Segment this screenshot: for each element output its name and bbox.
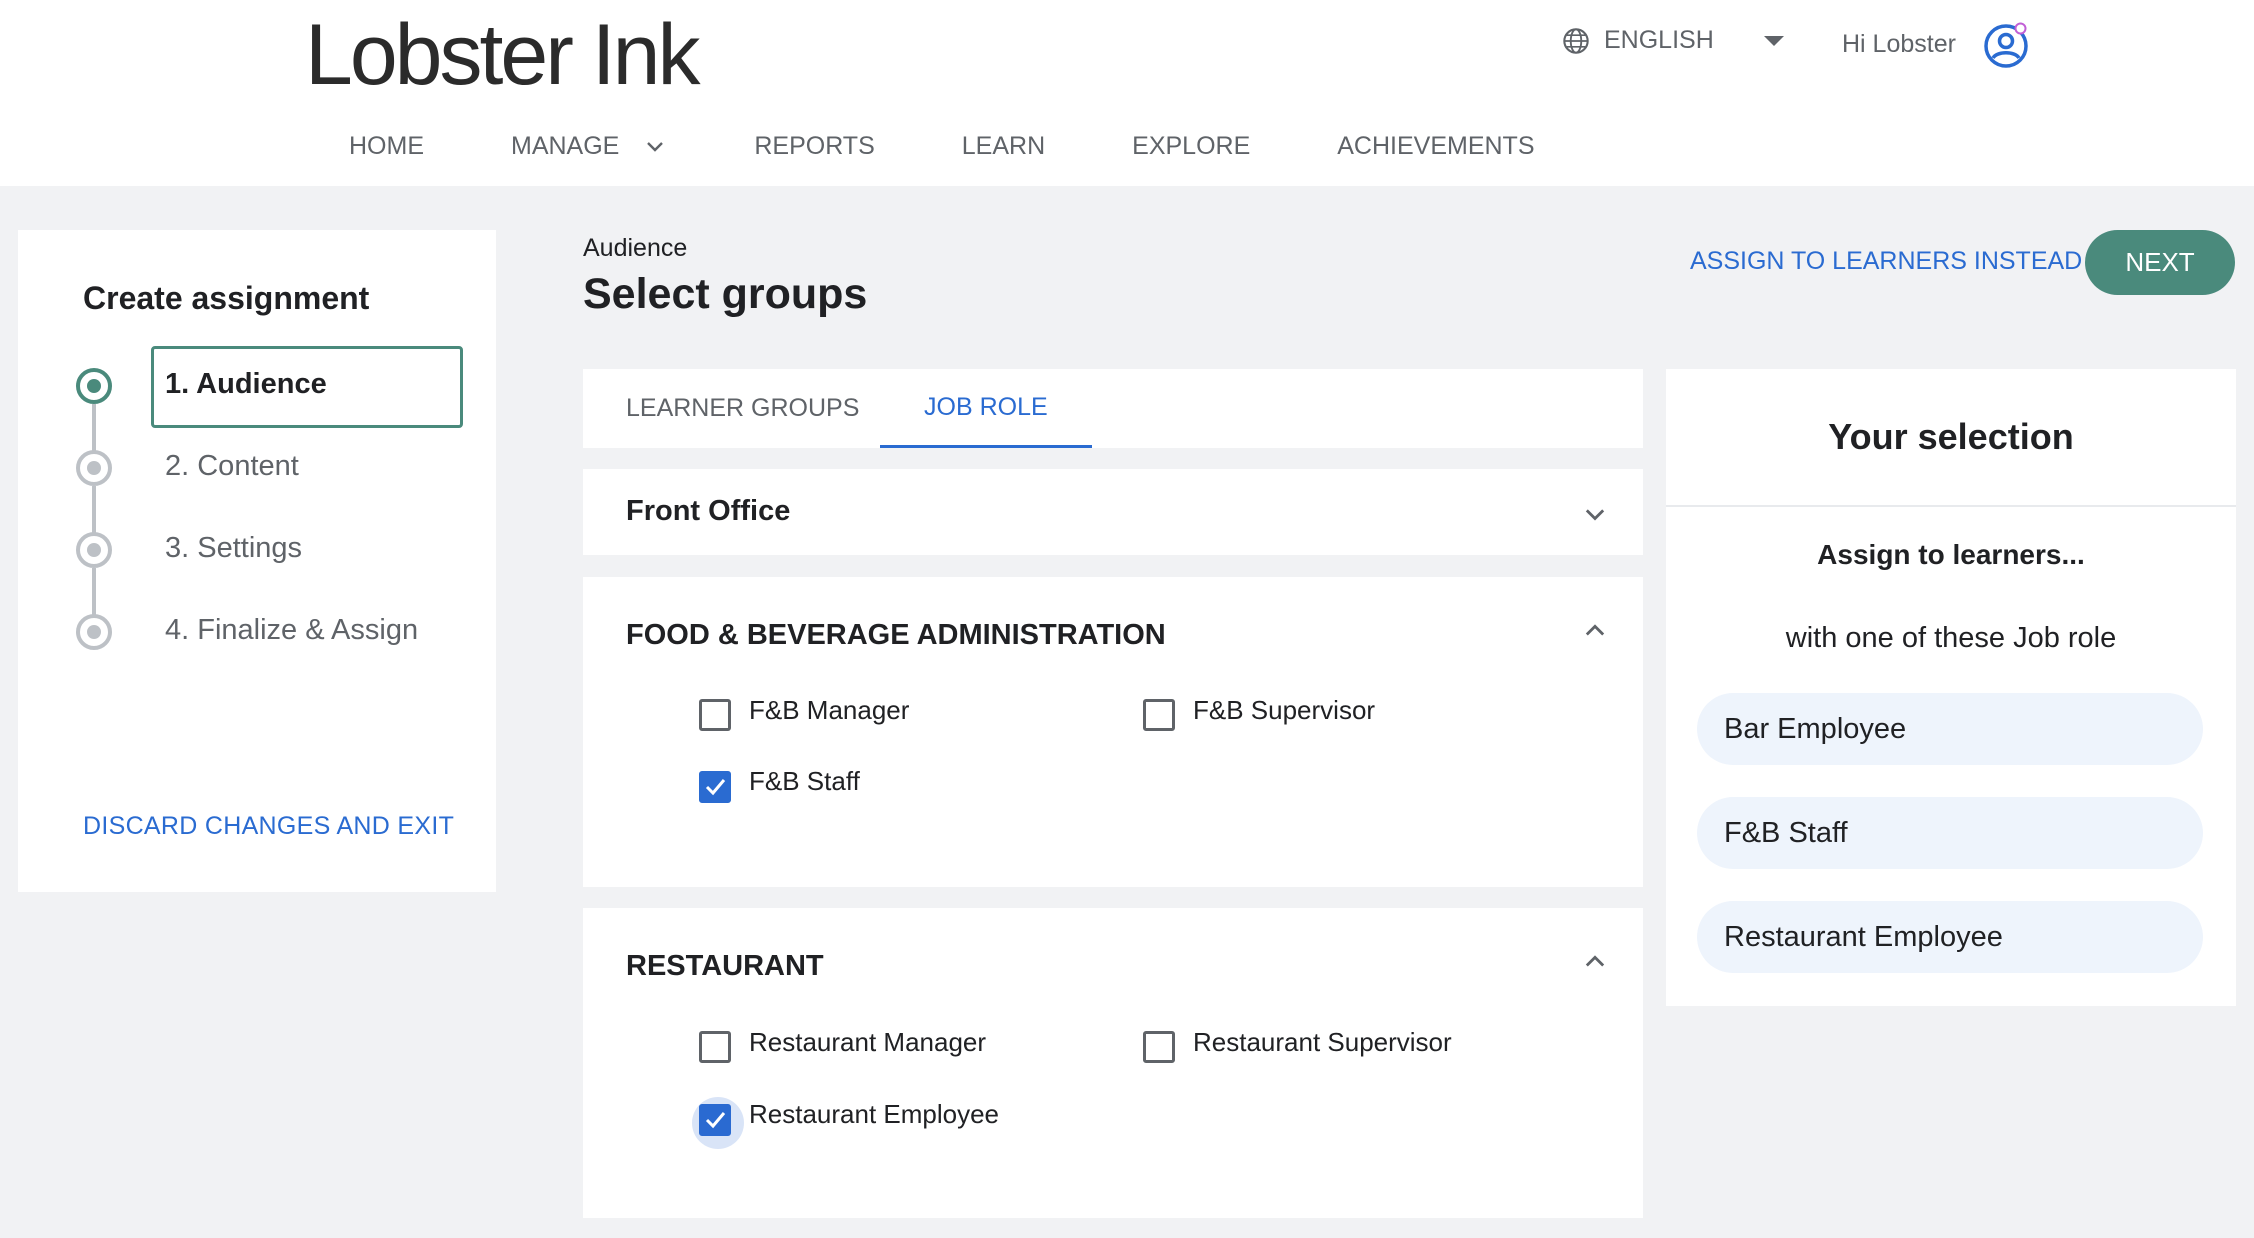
nav-explore[interactable]: EXPLORE	[1132, 132, 1250, 161]
checkbox-checked[interactable]	[699, 771, 731, 803]
caret-down-icon	[1763, 35, 1784, 46]
selection-subtitle: Assign to learners...	[1817, 539, 2085, 570]
nav-home[interactable]: HOME	[349, 132, 424, 161]
job-role-option[interactable]: Restaurant Supervisor	[1143, 1027, 1452, 1063]
option-label: F&B Supervisor	[1193, 694, 1376, 725]
job-role-option[interactable]: Restaurant Manager	[699, 1027, 986, 1063]
next-button[interactable]: NEXT	[2085, 230, 2235, 295]
step-indicator-icon	[76, 532, 112, 568]
nav-manage[interactable]: MANAGE	[511, 132, 667, 161]
option-label: Restaurant Supervisor	[1193, 1026, 1452, 1057]
accordion-title: Front Office	[626, 495, 791, 527]
chevron-down-icon	[647, 141, 664, 152]
check-icon	[705, 779, 726, 796]
wizard-step-settings[interactable]: 3. Settings	[76, 509, 476, 589]
option-label: Restaurant Manager	[749, 1026, 987, 1057]
selected-job-role-chip: Bar Employee	[1697, 693, 2203, 765]
check-icon	[705, 1112, 726, 1129]
wizard-step-label: 4. Finalize & Assign	[165, 614, 419, 646]
accordion-food-beverage: FOOD & BEVERAGE ADMINISTRATION F&B Manag…	[583, 577, 1643, 887]
user-greeting: Hi Lobster	[1842, 29, 1956, 58]
nav-learn[interactable]: LEARN	[962, 132, 1045, 161]
accordion-front-office[interactable]: Front Office	[583, 469, 1643, 555]
user-avatar-icon[interactable]	[1982, 20, 2030, 68]
user-menu[interactable]: Hi Lobster	[1842, 20, 2030, 68]
wizard-step-audience[interactable]: 1. Audience	[76, 345, 476, 428]
app-header: Lobster Ink ENGLISH Hi Lobster HOME MANA…	[0, 0, 2254, 186]
checkbox[interactable]	[1143, 699, 1175, 731]
main-nav: HOME MANAGE REPORTS LEARN EXPLORE ACHIEV…	[349, 132, 1622, 161]
language-selector[interactable]: ENGLISH	[1562, 26, 1784, 55]
selection-title: Your selection	[1666, 369, 2236, 507]
checkbox[interactable]	[699, 1031, 731, 1063]
nav-reports-label: REPORTS	[754, 132, 875, 160]
audience-tabs: LEARNER GROUPS JOB ROLE	[583, 369, 1643, 448]
option-label: F&B Staff	[749, 765, 860, 796]
accordion-restaurant: RESTAURANT Restaurant Manager Restaurant…	[583, 908, 1643, 1218]
nav-reports[interactable]: REPORTS	[754, 132, 874, 161]
wizard-step-label: 3. Settings	[165, 532, 303, 564]
step-indicator-icon	[76, 450, 112, 486]
brand-logo[interactable]: Lobster Ink	[305, 6, 700, 105]
wizard-step-label: 2. Content	[165, 450, 299, 482]
checkbox[interactable]	[1143, 1031, 1175, 1063]
discard-changes-link[interactable]: DISCARD CHANGES AND EXIT	[83, 812, 454, 841]
wizard-step-label: 1. Audience	[165, 368, 327, 400]
wizard-step-finalize[interactable]: 4. Finalize & Assign	[76, 591, 476, 671]
chevron-up-icon[interactable]	[1581, 617, 1609, 645]
job-role-option[interactable]: F&B Supervisor	[1143, 695, 1375, 731]
job-role-option[interactable]: Restaurant Employee	[692, 1097, 999, 1149]
assign-to-learners-link[interactable]: ASSIGN TO LEARNERS INSTEAD	[1690, 247, 2082, 276]
globe-icon	[1563, 27, 1589, 54]
option-label: F&B Manager	[749, 694, 910, 725]
page-title: Select groups	[583, 270, 868, 318]
checkbox-checked[interactable]	[692, 1097, 744, 1149]
language-label: ENGLISH	[1604, 26, 1714, 54]
tab-job-role[interactable]: JOB ROLE	[880, 369, 1092, 448]
nav-learn-label: LEARN	[961, 132, 1046, 160]
breadcrumb: Audience	[583, 234, 688, 262]
chevron-up-icon[interactable]	[1581, 948, 1609, 976]
selected-job-role-chip: F&B Staff	[1697, 797, 2203, 869]
selection-description: with one of these Job role	[1785, 622, 2117, 654]
checkbox[interactable]	[699, 699, 731, 731]
job-role-option[interactable]: F&B Staff	[699, 766, 860, 803]
nav-home-label: HOME	[349, 132, 424, 160]
wizard-step-content[interactable]: 2. Content	[76, 427, 476, 507]
nav-manage-label: MANAGE	[511, 132, 620, 160]
wizard-title: Create assignment	[83, 280, 370, 316]
wizard-panel: Create assignment 1. Audience 2. Content…	[18, 230, 496, 892]
step-indicator-icon	[76, 368, 112, 404]
selected-job-role-chip: Restaurant Employee	[1697, 901, 2203, 973]
job-role-option[interactable]: F&B Manager	[699, 695, 909, 731]
option-label: Restaurant Employee	[749, 1098, 1000, 1129]
selection-summary: Your selection Assign to learners... wit…	[1666, 369, 2236, 1006]
step-indicator-icon	[76, 614, 112, 650]
tab-learner-groups[interactable]: LEARNER GROUPS	[626, 369, 859, 448]
nav-achievements-label: ACHIEVEMENTS	[1337, 132, 1535, 160]
nav-achievements[interactable]: ACHIEVEMENTS	[1337, 132, 1534, 161]
nav-explore-label: EXPLORE	[1132, 132, 1251, 160]
accordion-title: RESTAURANT	[626, 950, 824, 982]
accordion-title: FOOD & BEVERAGE ADMINISTRATION	[626, 619, 1166, 651]
chevron-down-icon[interactable]	[1581, 501, 1609, 529]
